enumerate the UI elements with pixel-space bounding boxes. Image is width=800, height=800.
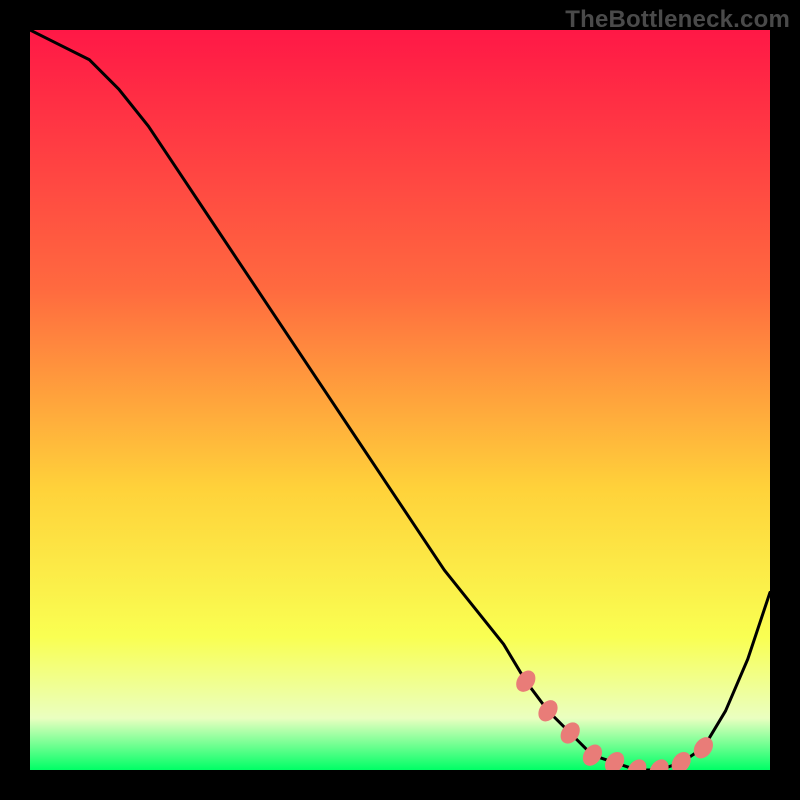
gradient-background <box>30 30 770 770</box>
chart-area <box>30 30 770 770</box>
chart-svg <box>30 30 770 770</box>
stage: TheBottleneck.com <box>0 0 800 800</box>
